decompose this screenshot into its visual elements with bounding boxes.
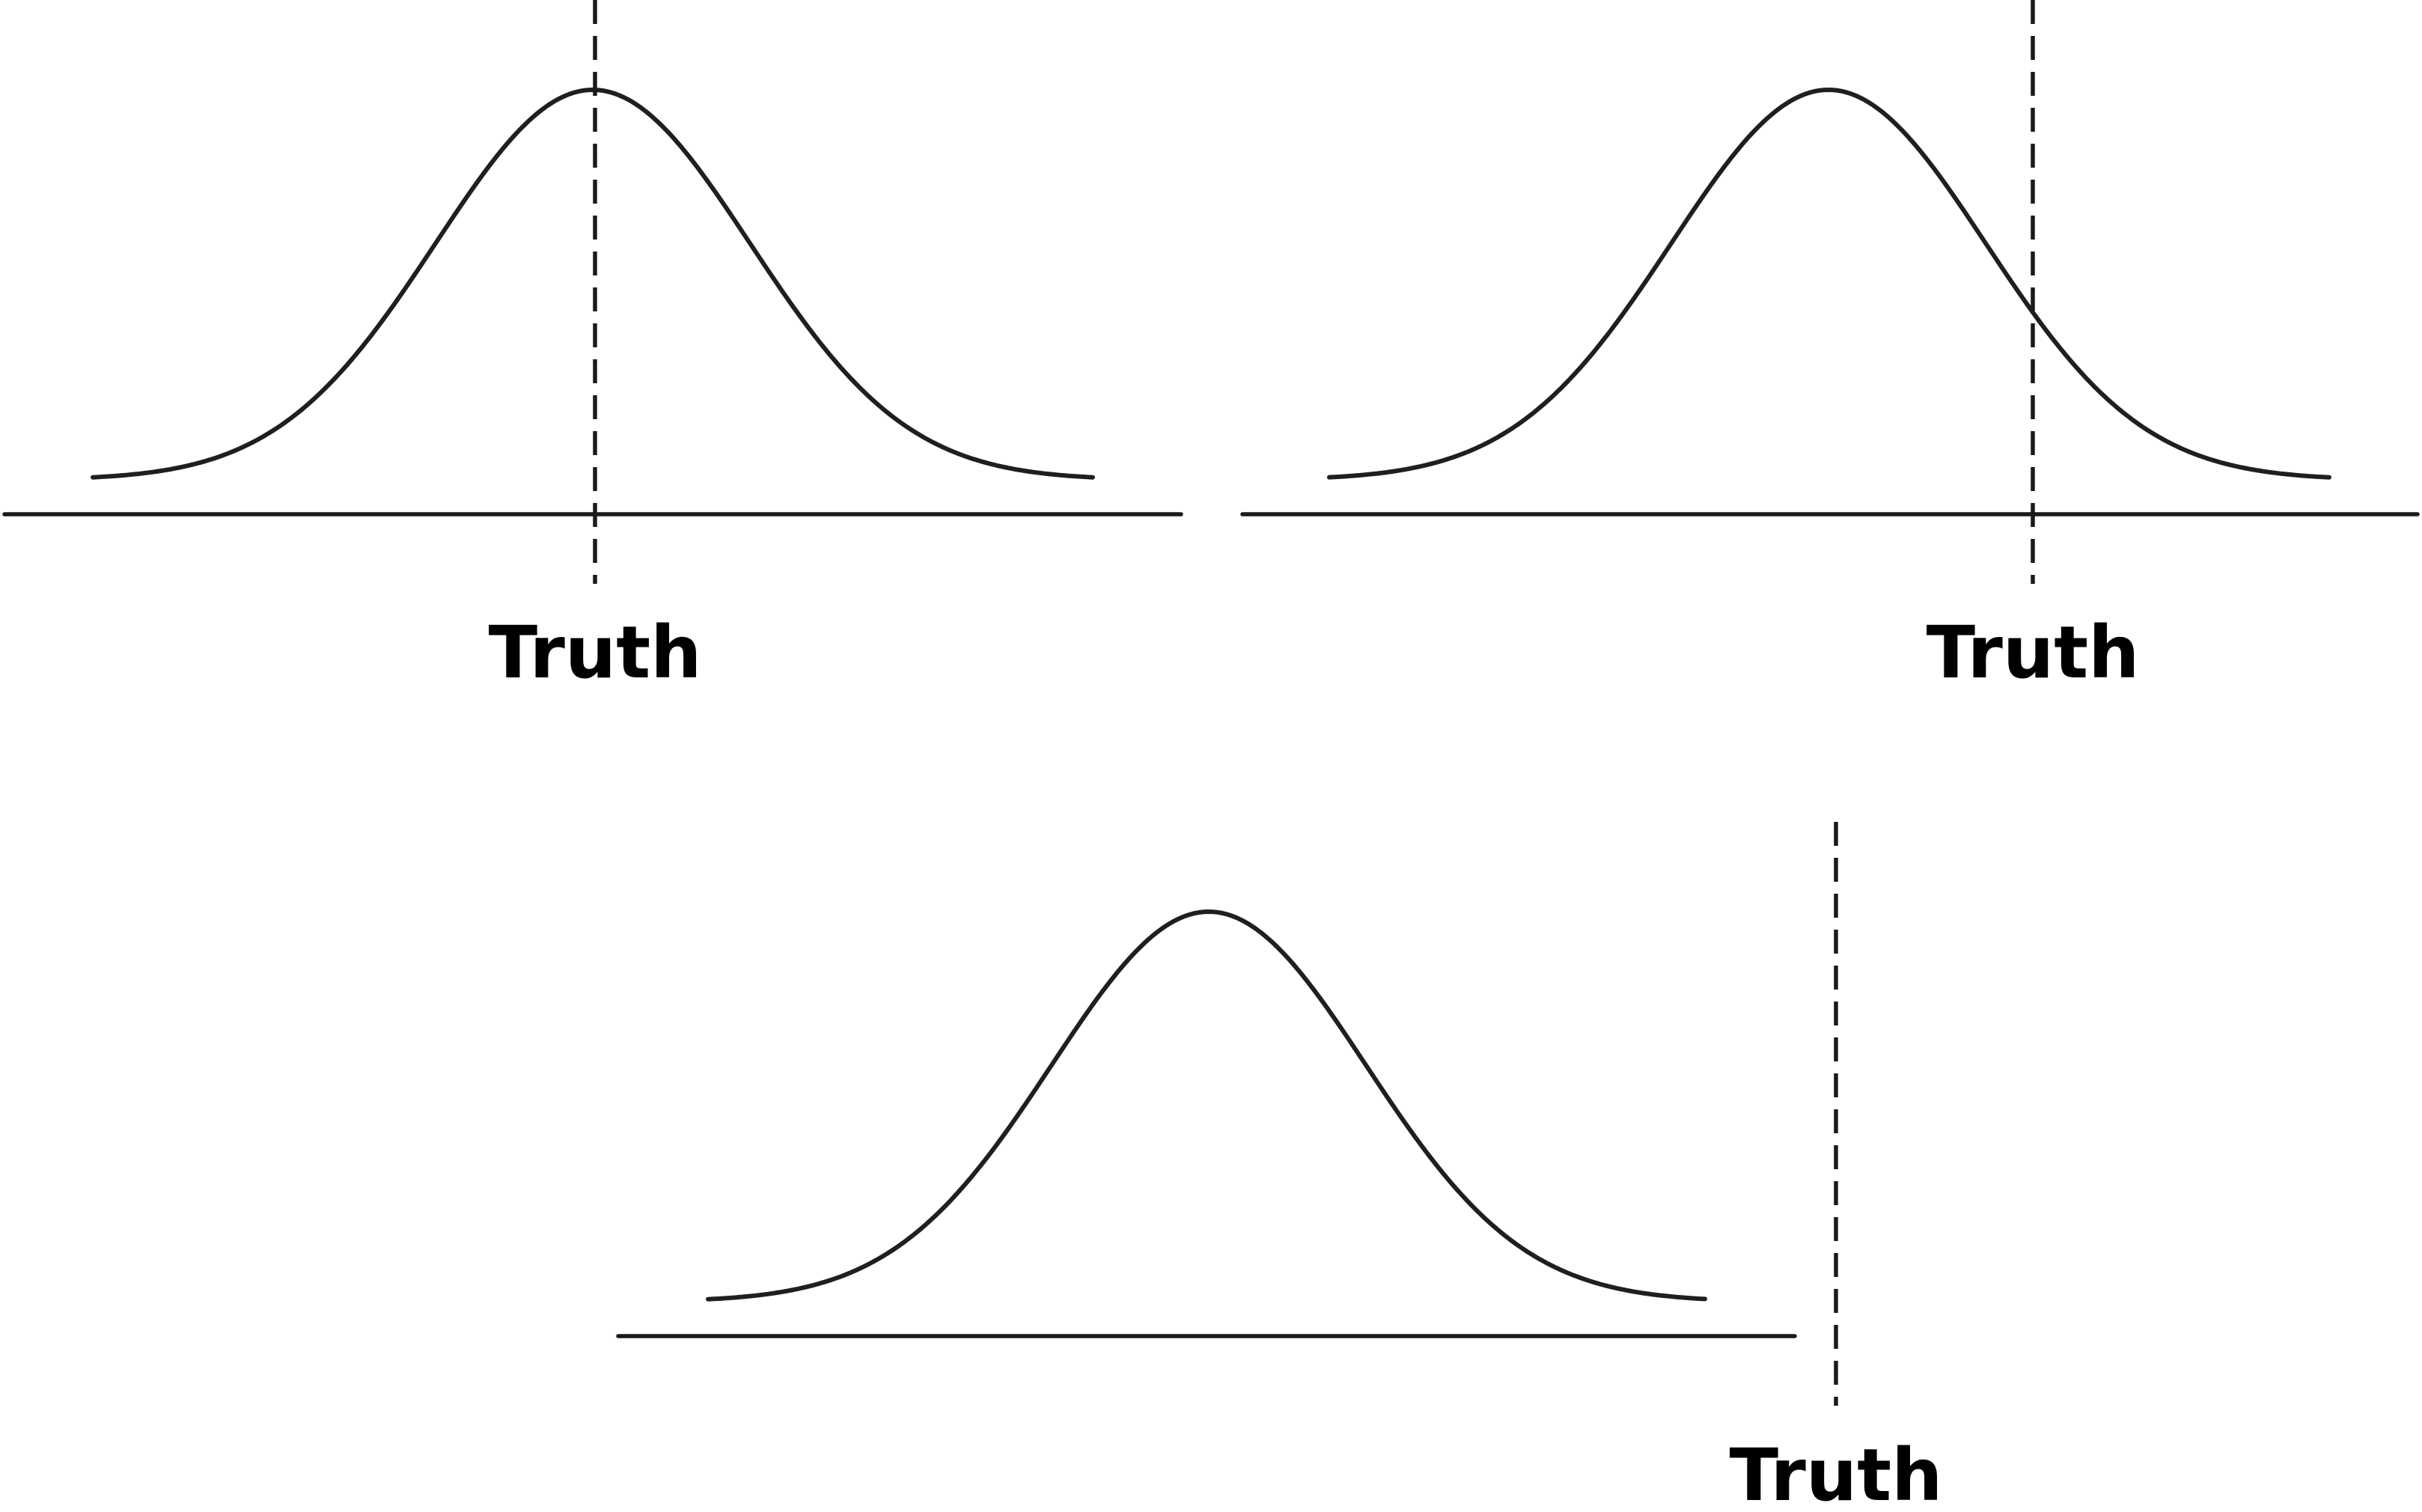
bell-curve bbox=[91, 88, 1095, 480]
panel-top-right: Truth bbox=[1240, 0, 2420, 695]
truth-label: Truth bbox=[1927, 611, 2140, 695]
panel-top-left: Truth bbox=[2, 0, 1183, 695]
panel-bottom-center: Truth bbox=[616, 822, 1943, 1512]
truth-label: Truth bbox=[1730, 1433, 1943, 1512]
bell-curve bbox=[706, 909, 1707, 1302]
truth-label: Truth bbox=[489, 611, 702, 695]
figure: Truth Truth Truth bbox=[2, 0, 2420, 1512]
bell-curve bbox=[1327, 88, 2331, 480]
